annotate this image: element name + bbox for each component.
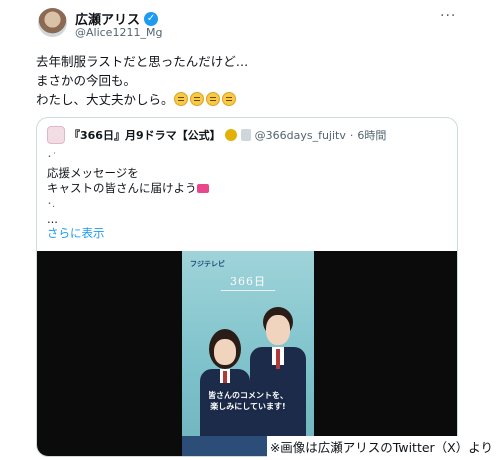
handle[interactable]: @Alice1211_Mg	[75, 26, 162, 39]
quote-avatar[interactable]	[47, 126, 65, 144]
quote-header: 『366日』月9ドラマ【公式】 @366days_fujitv · 6時間	[47, 126, 386, 144]
decorative-dots: ･.	[47, 198, 56, 210]
quote-line: キャストの皆さんに届けよう	[47, 181, 197, 195]
quote-line: 応援メッセージを	[47, 165, 139, 180]
verified-badge-icon: ✓	[144, 11, 159, 26]
quote-account-name[interactable]: 『366日』月9ドラマ【公式】	[69, 127, 221, 143]
pleading-face-emoji-icon	[189, 92, 204, 106]
tweet-line: 去年制服ラストだと思ったんだけど…	[36, 54, 249, 69]
tweet-card[interactable]: 広瀬アリス ✓ @Alice1211_Mg ··· 去年制服ラストだと思ったんだ…	[0, 0, 500, 460]
quote-media[interactable]: フジテレビ 366日 ━━━━━━━━━━━━━━━━━━━━ 皆さんのコメント…	[37, 251, 457, 456]
tweet-line: わたし、大丈夫かしら。	[36, 92, 174, 107]
poster-title: 366日	[230, 275, 266, 288]
drama-poster-image: フジテレビ 366日 ━━━━━━━━━━━━━━━━━━━━ 皆さんのコメント…	[182, 251, 314, 456]
tweet-line-with-emoji: わたし、大丈夫かしら。	[36, 90, 456, 109]
poster-caption: 皆さんのコメントを、 楽しみにしています!	[182, 390, 314, 412]
avatar[interactable]	[38, 8, 67, 37]
affiliate-badge-icon	[240, 129, 251, 141]
pleading-face-emoji-icon	[173, 92, 188, 106]
quote-handle[interactable]: @366days_fujitv	[255, 129, 346, 142]
pleading-face-emoji-icon	[205, 92, 220, 106]
caption-line: 皆さんのコメントを、	[208, 391, 288, 400]
quoted-tweet[interactable]: 『366日』月9ドラマ【公式】 @366days_fujitv · 6時間 ･˙…	[36, 117, 458, 457]
tweet-line: まさかの今回も。	[36, 73, 137, 88]
pleading-face-emoji-icon	[221, 92, 236, 106]
more-horizontal-icon[interactable]: ···	[440, 8, 456, 24]
meta-separator: ·	[349, 128, 354, 142]
image-credit: ※画像は広瀬アリスのTwitter（X）より	[266, 436, 496, 457]
poster-subtitle-strip: ━━━━━━━━━━━━━━━━━━━━	[220, 289, 276, 294]
caption-line: 楽しみにしています!	[210, 402, 286, 411]
quote-text: ･˙ 応援メッセージを キャストの皆さんに届けよう ･. ...	[47, 150, 209, 228]
quote-line-with-emoji: キャストの皆さんに届けよう	[47, 181, 209, 197]
tweet-text: 去年制服ラストだと思ったんだけど… まさかの今回も。 わたし、大丈夫かしら。	[36, 52, 456, 109]
gold-verified-icon	[224, 129, 237, 141]
decorative-dots: ･˙	[47, 152, 57, 163]
actress-figure	[200, 329, 250, 439]
actor-figure	[250, 307, 306, 439]
fujitv-logo: フジテレビ	[190, 260, 225, 268]
quote-time[interactable]: 6時間	[357, 127, 386, 143]
love-letter-emoji-icon	[196, 184, 209, 193]
show-more-link[interactable]: さらに表示	[47, 225, 105, 241]
